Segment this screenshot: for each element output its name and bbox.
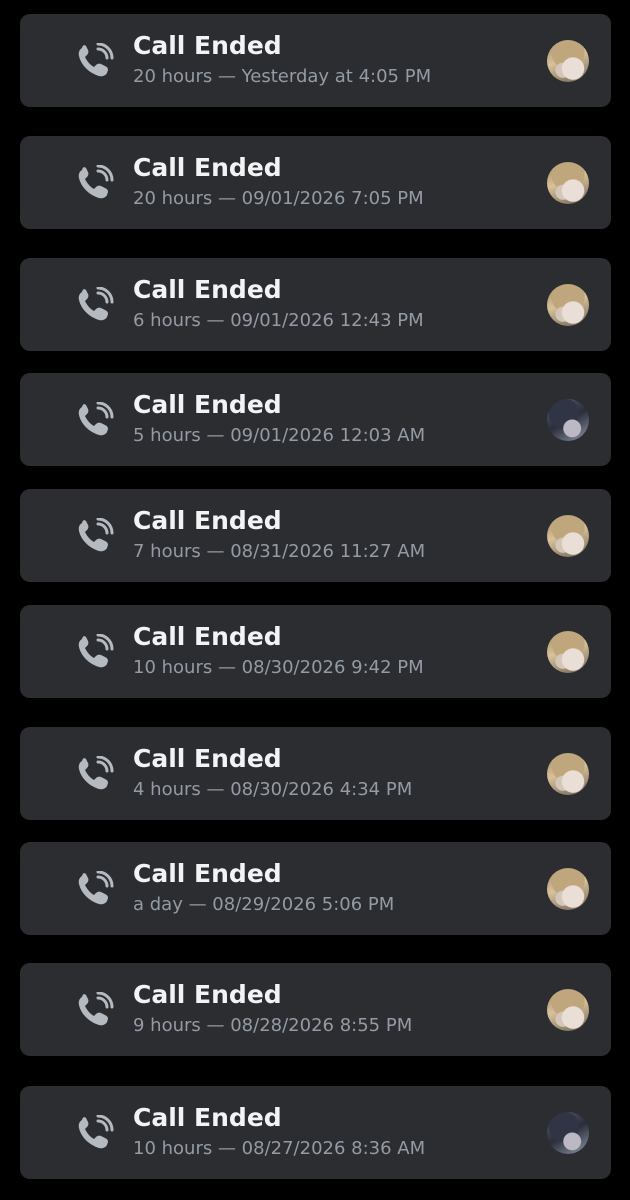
phone-call-icon [76,43,116,79]
call-ended-card[interactable]: Call Ended 20 hours — Yesterday at 4:05 … [20,14,611,107]
call-ended-card[interactable]: Call Ended a day — 08/29/2026 5:06 PM [20,842,611,935]
call-status-title: Call Ended [133,744,282,773]
call-status-title: Call Ended [133,1103,282,1132]
participant-avatar[interactable] [547,515,589,557]
call-ended-card[interactable]: Call Ended 9 hours — 08/28/2026 8:55 PM [20,963,611,1056]
participant-avatar[interactable] [547,40,589,82]
phone-call-icon [76,992,116,1028]
call-ended-card[interactable]: Call Ended 5 hours — 09/01/2026 12:03 AM [20,373,611,466]
phone-call-icon [76,165,116,201]
phone-call-icon [76,287,116,323]
call-status-title: Call Ended [133,390,282,419]
call-status-title: Call Ended [133,506,282,535]
call-duration-timestamp: 10 hours — 08/27/2026 8:36 AM [133,1138,426,1159]
phone-call-icon [76,871,116,907]
call-status-title: Call Ended [133,980,282,1009]
phone-call-icon [76,402,116,438]
call-status-title: Call Ended [133,153,282,182]
call-ended-card[interactable]: Call Ended 6 hours — 09/01/2026 12:43 PM [20,258,611,351]
call-status-title: Call Ended [133,859,282,888]
call-ended-card[interactable]: Call Ended 7 hours — 08/31/2026 11:27 AM [20,489,611,582]
phone-call-icon [76,1115,116,1151]
participant-avatar[interactable] [547,631,589,673]
call-status-title: Call Ended [133,275,282,304]
participant-avatar[interactable] [547,753,589,795]
call-duration-timestamp: 20 hours — Yesterday at 4:05 PM [133,66,432,87]
call-duration-timestamp: 9 hours — 08/28/2026 8:55 PM [133,1015,413,1036]
call-ended-card[interactable]: Call Ended 10 hours — 08/27/2026 8:36 AM [20,1086,611,1179]
call-ended-card[interactable]: Call Ended 4 hours — 08/30/2026 4:34 PM [20,727,611,820]
phone-call-icon [76,634,116,670]
call-status-title: Call Ended [133,31,282,60]
call-duration-timestamp: 7 hours — 08/31/2026 11:27 AM [133,541,426,562]
participant-avatar[interactable] [547,868,589,910]
participant-avatar[interactable] [547,989,589,1031]
call-duration-timestamp: 6 hours — 09/01/2026 12:43 PM [133,310,424,331]
call-duration-timestamp: 5 hours — 09/01/2026 12:03 AM [133,425,426,446]
call-duration-timestamp: 20 hours — 09/01/2026 7:05 PM [133,188,424,209]
call-duration-timestamp: 10 hours — 08/30/2026 9:42 PM [133,657,424,678]
participant-avatar[interactable] [547,399,589,441]
phone-call-icon [76,756,116,792]
call-status-title: Call Ended [133,622,282,651]
call-duration-timestamp: 4 hours — 08/30/2026 4:34 PM [133,779,413,800]
phone-call-icon [76,518,116,554]
call-ended-card[interactable]: Call Ended 10 hours — 08/30/2026 9:42 PM [20,605,611,698]
participant-avatar[interactable] [547,162,589,204]
participant-avatar[interactable] [547,284,589,326]
call-ended-card[interactable]: Call Ended 20 hours — 09/01/2026 7:05 PM [20,136,611,229]
participant-avatar[interactable] [547,1112,589,1154]
call-duration-timestamp: a day — 08/29/2026 5:06 PM [133,894,395,915]
